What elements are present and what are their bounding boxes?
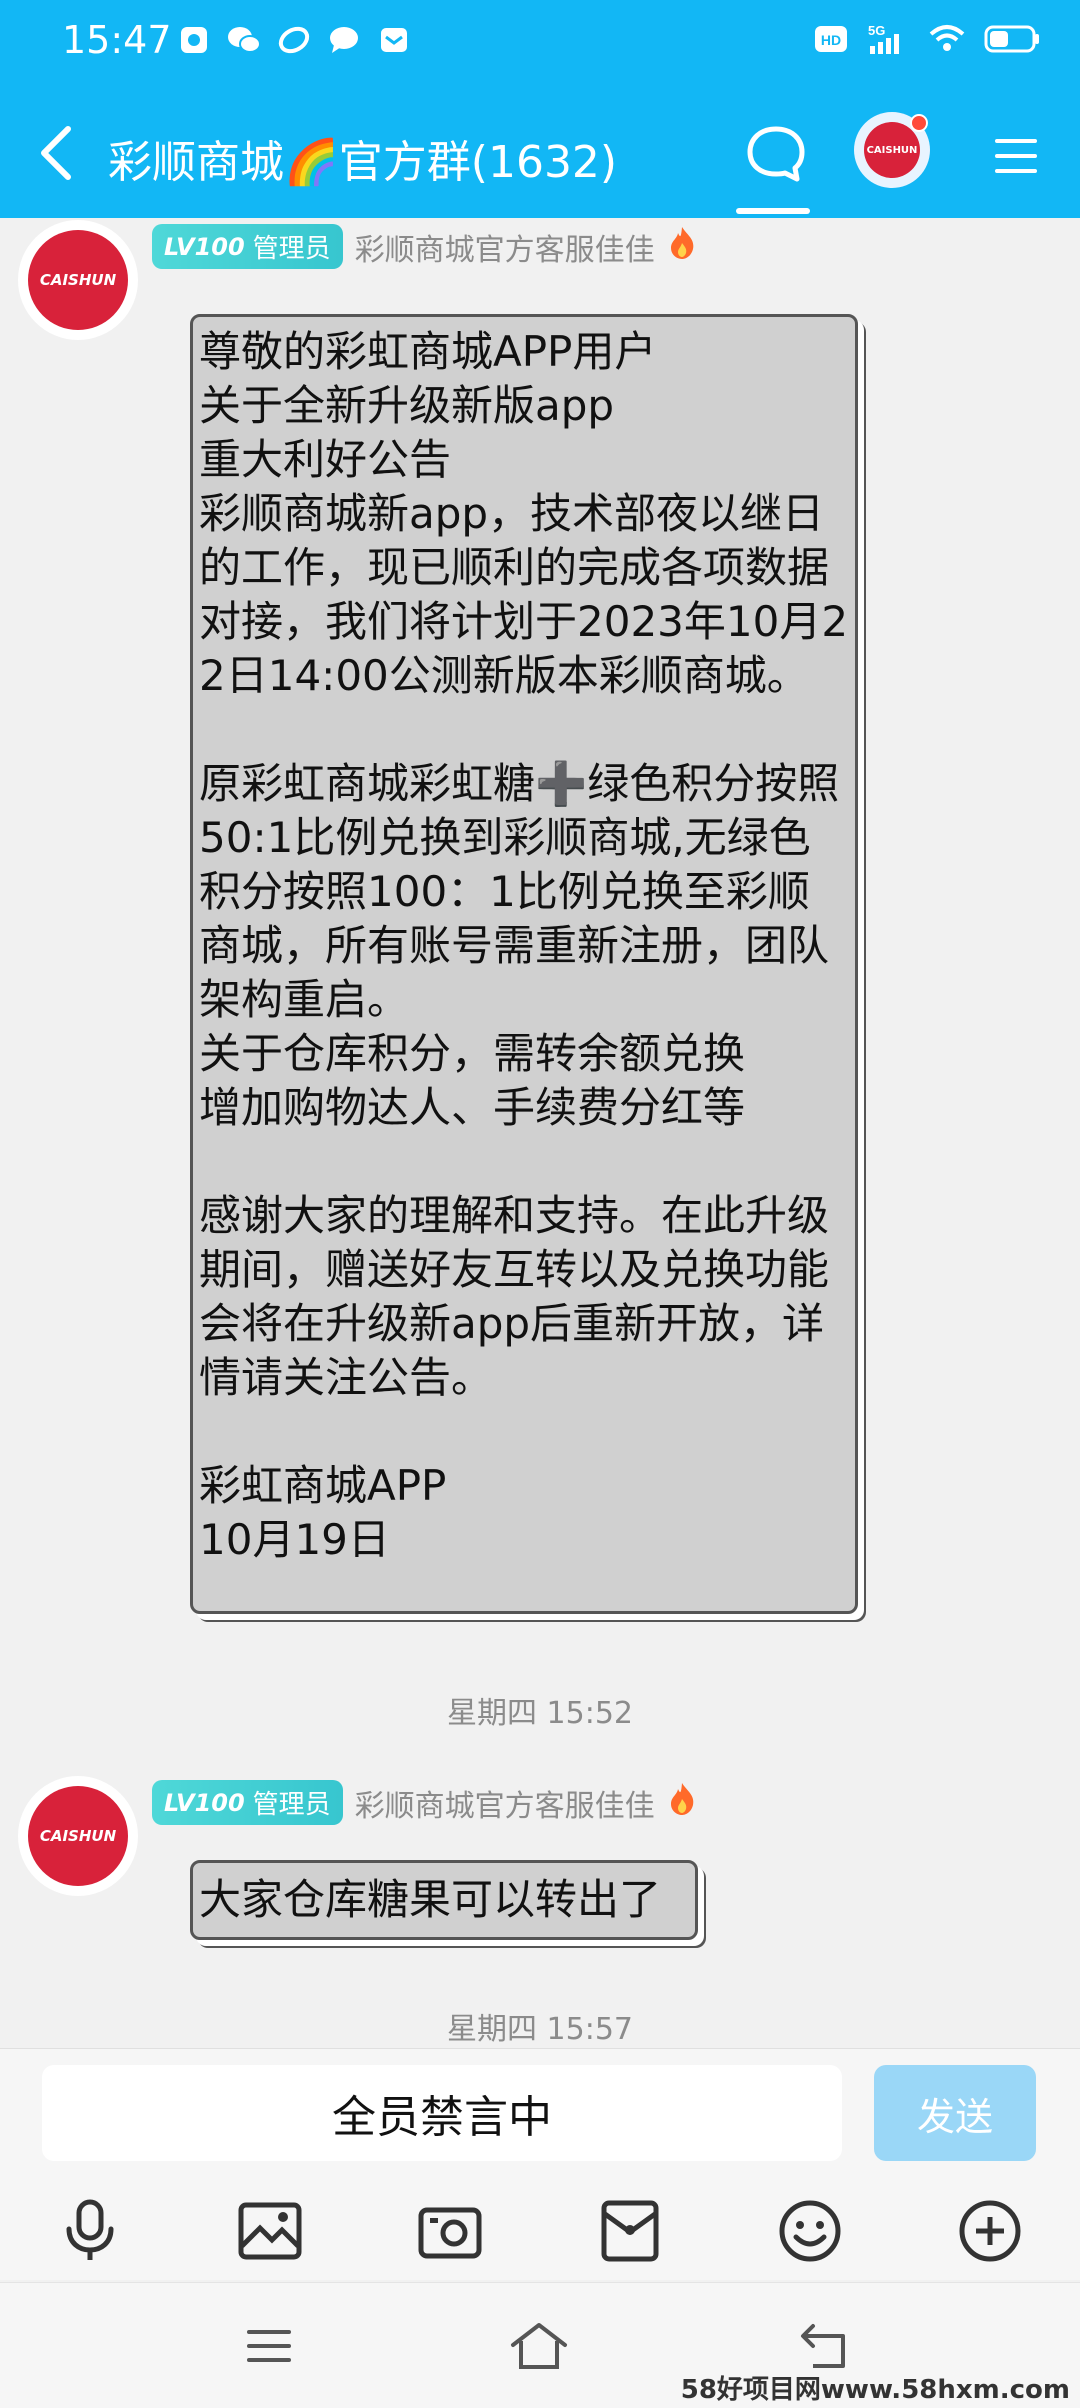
emoji-icon	[779, 2200, 841, 2262]
mail-icon	[376, 22, 412, 58]
svg-text:HD: HD	[821, 32, 841, 48]
level-badge: LV100 管理员	[152, 1780, 343, 1825]
recent-apps-icon	[247, 2330, 291, 2362]
home-icon	[511, 2323, 567, 2369]
link-icon	[276, 22, 312, 58]
flame-icon	[667, 1781, 697, 1825]
more-button[interactable]	[948, 2189, 1032, 2273]
group-avatar-logo: CAISHUN	[864, 122, 920, 178]
wechat-icon	[226, 22, 262, 58]
home-button[interactable]	[504, 2311, 574, 2381]
photo-button[interactable]	[228, 2189, 312, 2273]
chat-tab-button[interactable]	[736, 114, 816, 194]
red-envelope-icon	[601, 2200, 659, 2262]
level-badge: LV100 管理员	[152, 224, 343, 269]
system-nav-bar: 58好项目网www.58hxm.com	[0, 2282, 1080, 2408]
app-notification-icon	[176, 22, 212, 58]
emoji-button[interactable]	[768, 2189, 852, 2273]
flame-icon	[667, 225, 697, 269]
system-status-icons: HD 5G	[814, 22, 1040, 56]
sender-avatar[interactable]: CAISHUN	[18, 1776, 138, 1896]
status-bar: 15:47 HD 5G	[0, 0, 1080, 84]
voice-button[interactable]	[48, 2189, 132, 2273]
recent-apps-button[interactable]	[234, 2311, 304, 2381]
sender-name[interactable]: 彩顺商城官方客服佳佳	[355, 1781, 655, 1825]
chat-header: 15:47 HD 5G 彩顺商城🌈官方群(1632) CAISHUN	[0, 0, 1080, 218]
hd-icon: HD	[814, 24, 848, 54]
wifi-icon	[928, 24, 966, 54]
caishun-logo: CAISHUN	[28, 230, 128, 330]
status-time: 15:47	[62, 18, 172, 62]
message-bubble[interactable]: 尊敬的彩虹商城APP用户 关于全新升级新版app 重大利好公告 彩顺商城新app…	[190, 314, 858, 1614]
nav-bar: 彩顺商城🌈官方群(1632) CAISHUN	[0, 100, 1080, 214]
group-avatar-button[interactable]: CAISHUN	[854, 112, 930, 188]
back-button[interactable]	[26, 118, 86, 188]
role-text: 管理员	[252, 234, 331, 264]
active-tab-indicator	[736, 208, 810, 214]
unread-dot	[910, 114, 928, 132]
battery-icon	[984, 24, 1040, 54]
notification-icons	[176, 22, 412, 58]
chat-bubble-icon	[747, 126, 805, 182]
input-toolbar	[0, 2189, 1080, 2279]
level-text: LV100	[164, 1788, 245, 1817]
message-bubble[interactable]: 大家仓库糖果可以转出了	[190, 1860, 698, 1940]
muted-input-field[interactable]: 全员禁言中	[42, 2065, 842, 2161]
sender-avatar[interactable]: CAISHUN	[18, 220, 138, 340]
timestamp: 星期四 15:57	[447, 2012, 633, 2047]
menu-button[interactable]	[988, 128, 1044, 184]
watermark: 58好项目网www.58hxm.com	[680, 2375, 1070, 2405]
input-area: 全员禁言中 发送	[0, 2048, 1080, 2280]
image-icon	[238, 2202, 302, 2260]
red-packet-button[interactable]	[588, 2189, 672, 2273]
timestamp: 星期四 15:52	[447, 1696, 633, 1731]
group-title[interactable]: 彩顺商城🌈官方群(1632)	[108, 126, 617, 190]
microphone-icon	[66, 2199, 114, 2260]
svg-text:5G: 5G	[868, 23, 885, 38]
sender-line: LV100 管理员 彩顺商城官方客服佳佳	[152, 224, 697, 269]
back-arrow-icon	[801, 2324, 845, 2368]
caishun-logo: CAISHUN	[28, 1786, 128, 1886]
plus-circle-icon	[959, 2200, 1021, 2262]
hamburger-menu-icon	[995, 139, 1037, 173]
sender-name[interactable]: 彩顺商城官方客服佳佳	[355, 225, 655, 269]
send-button[interactable]: 发送	[874, 2065, 1036, 2161]
message-icon	[326, 22, 362, 58]
camera-icon	[418, 2207, 482, 2259]
level-text: LV100	[164, 232, 245, 261]
chevron-left-icon	[41, 126, 71, 180]
sender-line: LV100 管理员 彩顺商城官方客服佳佳	[152, 1780, 697, 1825]
signal-5g-icon: 5G	[866, 22, 910, 56]
role-text: 管理员	[252, 1790, 331, 1820]
camera-button[interactable]	[408, 2189, 492, 2273]
